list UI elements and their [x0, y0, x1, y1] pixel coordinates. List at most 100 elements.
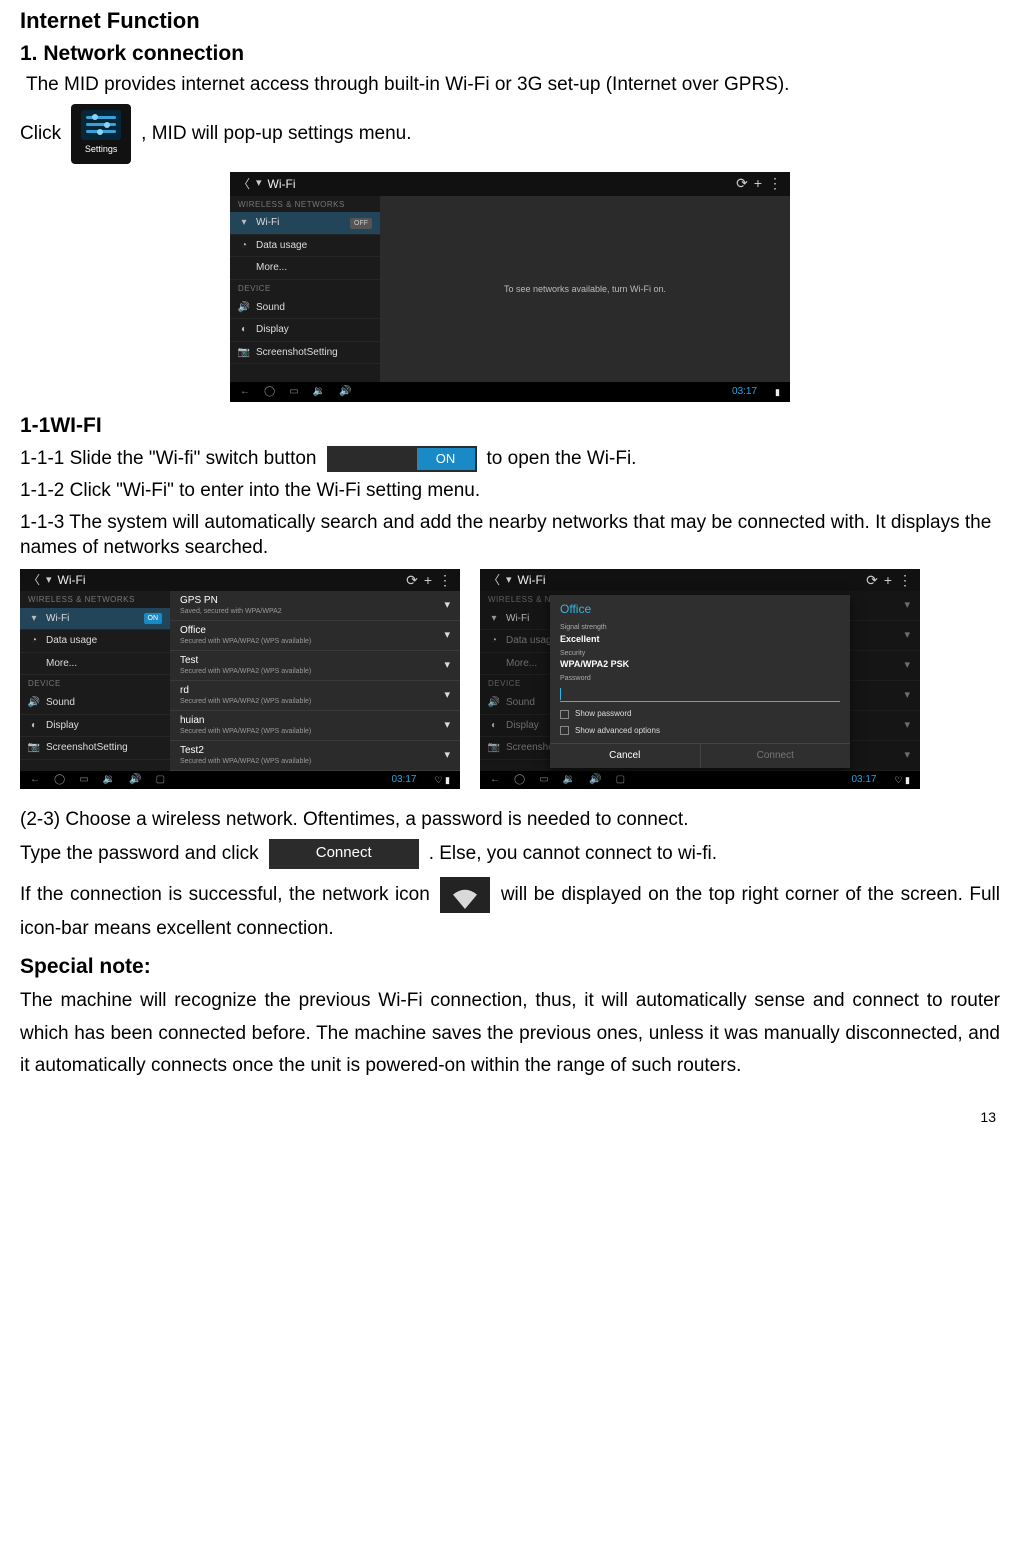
sidebar-item-more[interactable]: More... — [20, 653, 170, 676]
step-1-1-1-pre: 1-1-1 Slide the "Wi-fi" switch button — [20, 446, 317, 472]
add-network-icon[interactable]: + — [424, 571, 432, 590]
sound-icon: 🔊 — [488, 697, 500, 709]
network-item[interactable]: GPS PNSaved, secured with WPA/WPA2▾ — [170, 591, 460, 621]
signal-strength-value: Excellent — [560, 633, 840, 645]
settings-icon-label: Settings — [85, 143, 118, 155]
show-password-checkbox[interactable]: Show password — [550, 706, 850, 723]
wifi-fan-icon: ▾ — [256, 176, 262, 191]
nav-voldown-icon[interactable]: 🔉 — [313, 385, 325, 399]
wifi-strength-icon: ▾ — [904, 628, 910, 643]
sound-icon: 🔊 — [28, 697, 40, 709]
nav-screenshot-icon[interactable]: ▢ — [156, 773, 165, 787]
wifi-strength-icon: ▾ — [904, 658, 910, 673]
network-name: Test — [180, 654, 444, 668]
sidebar-item-screenshot[interactable]: 📷ScreenshotSetting — [20, 737, 170, 760]
nav-recent-icon[interactable]: ▭ — [289, 385, 298, 399]
step-1-1-2: 1-1-2 Click "Wi-Fi" to enter into the Wi… — [20, 478, 1000, 504]
menu-icon[interactable]: ⋮ — [768, 174, 782, 193]
nav-voldown-icon[interactable]: 🔉 — [103, 773, 115, 787]
display-icon: ◐ — [488, 719, 500, 731]
add-network-icon[interactable]: + — [884, 571, 892, 590]
refresh-icon[interactable]: ⟳ — [736, 174, 748, 193]
wifi-fan-icon: ▾ — [46, 573, 52, 588]
on-switch-button[interactable]: ON — [417, 448, 475, 470]
type-password-pre: Type the password and click — [20, 841, 259, 867]
sidebar-item-wifi[interactable]: ▾ Wi-Fi OFF — [230, 212, 380, 235]
settings-sidebar: WIRELESS & NETWORKS ▾ Wi-Fi ON ◔Data usa… — [20, 591, 170, 771]
sidebar-item-sound[interactable]: 🔊 Sound — [230, 297, 380, 320]
settings-sidebar: WIRELESS & NETWORKS ▾ Wi-Fi OFF ◔ Data u… — [230, 196, 380, 382]
step-1-1-1: 1-1-1 Slide the "Wi-fi" switch button ON… — [20, 446, 1000, 472]
network-sub: Secured with WPA/WPA2 (WPS available) — [180, 637, 444, 646]
step-1-1-3: 1-1-3 The system will automatically sear… — [20, 510, 1000, 561]
network-item[interactable]: rdSecured with WPA/WPA2 (WPS available)▾ — [170, 681, 460, 711]
nav-volup-icon[interactable]: 🔊 — [589, 773, 601, 787]
system-nav-bar: ← ◯ ▭ 🔉 🔊 ▢ 03:17 ♡ ▮ — [480, 771, 920, 789]
network-item[interactable]: TestSecured with WPA/WPA2 (WPS available… — [170, 651, 460, 681]
wifi-back-icon[interactable]: 〈 — [238, 176, 250, 192]
add-network-icon[interactable]: + — [754, 174, 762, 193]
refresh-icon[interactable]: ⟳ — [406, 571, 418, 590]
nav-back-icon[interactable]: ← — [240, 385, 250, 399]
password-input[interactable] — [560, 688, 840, 702]
wifi-icon: ▾ — [488, 613, 500, 625]
connect-button-inline[interactable]: Connect — [269, 839, 419, 869]
text-click: Click — [20, 121, 61, 147]
sidebar-item-sound[interactable]: 🔊 Sound — [20, 692, 170, 715]
show-advanced-checkbox[interactable]: Show advanced options — [550, 723, 850, 740]
nav-back-icon[interactable]: ← — [490, 773, 500, 787]
sidebar-item-display[interactable]: ◐ Display — [230, 319, 380, 342]
menu-icon[interactable]: ⋮ — [438, 571, 452, 590]
nav-home-icon[interactable]: ◯ — [54, 773, 65, 787]
network-name: Office — [180, 624, 444, 638]
dialog-connect-button[interactable]: Connect — [700, 744, 851, 768]
nav-screenshot-icon[interactable]: ▢ — [616, 773, 625, 787]
menu-icon[interactable]: ⋮ — [898, 571, 912, 590]
nav-volup-icon[interactable]: 🔊 — [339, 385, 351, 399]
security-label: Security — [560, 649, 840, 658]
sidebar-item-more[interactable]: More... — [230, 257, 380, 280]
wifi-signal-icon — [440, 877, 490, 913]
signal-strength-label: Signal strength — [560, 623, 840, 632]
wifi-back-icon[interactable]: 〈 — [28, 572, 40, 588]
wifi-toggle-on[interactable]: ON — [144, 613, 163, 624]
status-clock: 03:17 — [732, 385, 757, 399]
network-item[interactable]: OfficeSecured with WPA/WPA2 (WPS availab… — [170, 621, 460, 651]
wifi-strength-icon: ▾ — [444, 598, 450, 613]
paragraph-connection-success: If the connection is successful, the net… — [20, 877, 1000, 945]
sidebar-item-wifi[interactable]: ▾ Wi-Fi ON — [20, 608, 170, 631]
sidebar-item-display[interactable]: ◐Display — [20, 715, 170, 738]
dialog-cancel-button[interactable]: Cancel — [550, 744, 700, 768]
sidebar-item-data-usage[interactable]: ◔Data usage — [20, 630, 170, 653]
content-pane: To see networks available, turn Wi-Fi on… — [380, 196, 790, 382]
nav-voldown-icon[interactable]: 🔉 — [563, 773, 575, 787]
sound-icon: 🔊 — [238, 302, 250, 314]
paragraph-intro: The MID provides internet access through… — [20, 72, 1000, 98]
nav-recent-icon[interactable]: ▭ — [79, 773, 88, 787]
network-sub: Secured with WPA/WPA2 (WPS available) — [180, 727, 444, 736]
refresh-icon[interactable]: ⟳ — [866, 571, 878, 590]
wifi-toggle-off[interactable]: OFF — [350, 218, 372, 229]
sidebar-more-label: More... — [506, 657, 537, 671]
wifi-strength-icon: ▾ — [904, 718, 910, 733]
nav-volup-icon[interactable]: 🔊 — [129, 773, 141, 787]
nav-recent-icon[interactable]: ▭ — [539, 773, 548, 787]
nav-home-icon[interactable]: ◯ — [264, 385, 275, 399]
heading-special-note: Special note: — [20, 953, 1000, 981]
nav-home-icon[interactable]: ◯ — [514, 773, 525, 787]
sidebar-screenshot-label: ScreenshotSetting — [256, 346, 338, 360]
sidebar-wifi-label: Wi-Fi — [46, 612, 69, 626]
wifi-back-icon[interactable]: 〈 — [488, 572, 500, 588]
network-item[interactable]: Test2Secured with WPA/WPA2 (WPS availabl… — [170, 741, 460, 771]
nav-back-icon[interactable]: ← — [30, 773, 40, 787]
screenshot-settings-wifi-off: 〈 ▾ Wi-Fi ⟳ + ⋮ WIRELESS & NETWORKS ▾ Wi… — [230, 172, 790, 402]
sidebar-item-data-usage[interactable]: ◔ Data usage — [230, 235, 380, 258]
security-value: WPA/WPA2 PSK — [560, 658, 840, 670]
network-item[interactable]: huianSecured with WPA/WPA2 (WPS availabl… — [170, 711, 460, 741]
step-1-1-1-post: to open the Wi-Fi. — [487, 446, 637, 472]
status-clock: 03:17 — [851, 773, 876, 787]
network-sub: Saved, secured with WPA/WPA2 — [180, 607, 444, 616]
sidebar-item-screenshot[interactable]: 📷 ScreenshotSetting — [230, 342, 380, 365]
password-label: Password — [560, 674, 840, 683]
sidebar-sound-label: Sound — [46, 696, 75, 710]
